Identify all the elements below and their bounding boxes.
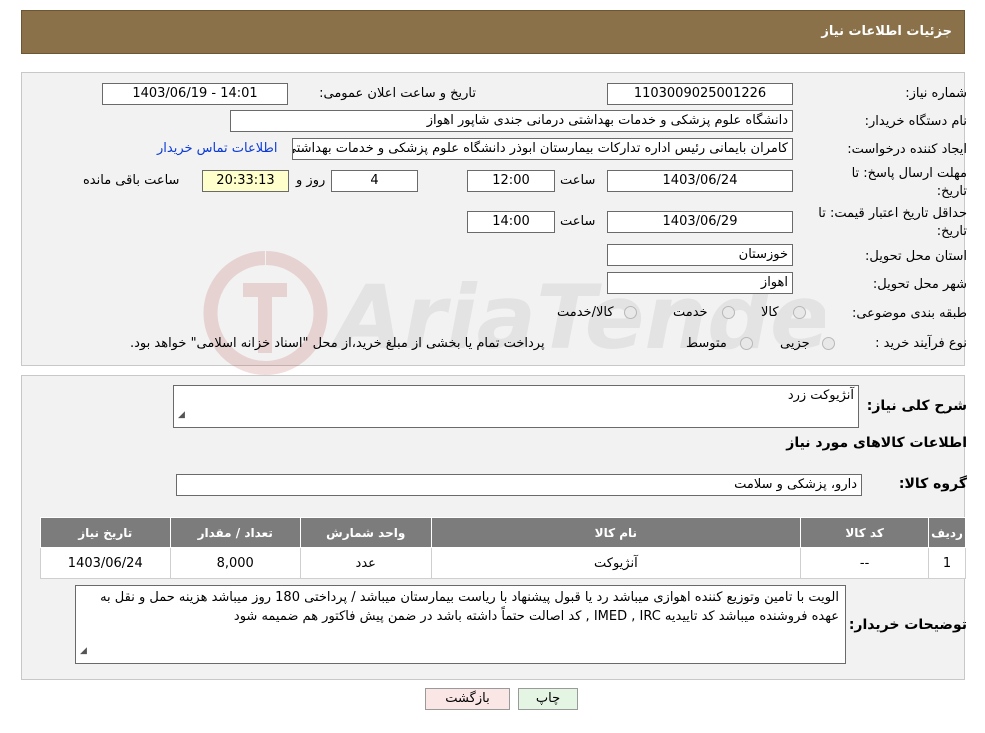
validity-label-line2: تاریخ: bbox=[936, 224, 967, 239]
col-unit: واحد شمارش bbox=[299, 517, 432, 548]
resize-handle-icon[interactable]: ◢ bbox=[178, 405, 185, 425]
cell-row: 1 bbox=[928, 547, 966, 579]
col-name: نام کالا bbox=[430, 517, 802, 548]
deadline-label-line1: مهلت ارسال پاسخ: تا bbox=[851, 166, 967, 181]
remaining-label: ساعت باقی مانده bbox=[83, 173, 180, 188]
print-button[interactable]: چاپ bbox=[518, 688, 578, 710]
goods-info-title: اطلاعات کالاهای مورد نیاز bbox=[786, 435, 967, 451]
col-need-date: تاریخ نیاز bbox=[40, 517, 171, 548]
province-field: خوزستان bbox=[607, 244, 793, 266]
purchase-note: پرداخت تمام یا بخشی از مبلغ خرید،از محل … bbox=[130, 336, 545, 351]
category-label: طبقه بندی موضوعی: bbox=[851, 306, 967, 321]
col-quantity: تعداد / مقدار bbox=[169, 517, 301, 548]
cell-name: آنژیوکت bbox=[430, 547, 802, 579]
col-code: کد کالا bbox=[800, 517, 930, 548]
buyer-notes-text: الویت با تامین وتوزیع کننده اهوازی میباش… bbox=[100, 590, 839, 624]
table-row: 1 -- آنژیوکت عدد 8,000 1403/06/24 bbox=[40, 547, 966, 579]
goods-table-header: ردیف کد کالا نام کالا واحد شمارش تعداد /… bbox=[40, 517, 966, 548]
deadline-time-field: 12:00 bbox=[467, 170, 555, 192]
buyer-org-field: دانشگاه علوم پزشکی و خدمات بهداشتی درمان… bbox=[230, 110, 793, 132]
category-option-service: خدمت bbox=[673, 305, 708, 320]
requester-label: ایجاد کننده درخواست: bbox=[847, 142, 967, 157]
need-number-field: 1103009025001226 bbox=[607, 83, 793, 105]
back-button[interactable]: بازگشت bbox=[425, 688, 510, 710]
summary-label: شرح کلی نیاز: bbox=[866, 398, 967, 414]
page-header: جزئیات اطلاعات نیاز bbox=[21, 10, 965, 54]
cell-unit: عدد bbox=[299, 547, 432, 579]
cell-code: -- bbox=[800, 547, 930, 579]
purchase-option-medium: متوسط bbox=[686, 336, 727, 351]
city-label: شهر محل تحویل: bbox=[872, 277, 967, 292]
buyer-contact-link[interactable]: اطلاعات تماس خریدار bbox=[157, 141, 277, 156]
purchase-radio-medium[interactable] bbox=[740, 337, 753, 350]
cell-need-date: 1403/06/24 bbox=[40, 547, 171, 579]
city-field: اهواز bbox=[607, 272, 793, 294]
need-number-label: شماره نیاز: bbox=[905, 86, 967, 101]
deadline-label-line2: تاریخ: bbox=[936, 184, 967, 199]
goods-group-label: گروه کالا: bbox=[898, 476, 967, 492]
deadline-date-field: 1403/06/24 bbox=[607, 170, 793, 192]
validity-date-field: 1403/06/29 bbox=[607, 211, 793, 233]
purchase-option-minor: جزیی bbox=[780, 336, 810, 351]
days-label: روز و bbox=[296, 173, 326, 188]
announce-label: تاریخ و ساعت اعلان عمومی: bbox=[319, 86, 476, 101]
buyer-notes-textarea[interactable]: الویت با تامین وتوزیع کننده اهوازی میباش… bbox=[75, 585, 846, 664]
announce-field: 1403/06/19 - 14:01 bbox=[102, 83, 288, 105]
purchase-radio-minor[interactable] bbox=[822, 337, 835, 350]
cell-quantity: 8,000 bbox=[169, 547, 301, 579]
col-row: ردیف bbox=[928, 517, 966, 548]
goods-group-field: دارو، پزشکی و سلامت bbox=[176, 474, 862, 496]
category-option-goods-service: کالا/خدمت bbox=[557, 305, 614, 320]
validity-time-label: ساعت bbox=[560, 214, 596, 229]
goods-table: ردیف کد کالا نام کالا واحد شمارش تعداد /… bbox=[40, 517, 966, 579]
deadline-time-label: ساعت bbox=[560, 173, 596, 188]
resize-handle-icon[interactable]: ◢ bbox=[80, 642, 87, 661]
buyer-org-label: نام دستگاه خریدار: bbox=[864, 114, 967, 129]
summary-textarea[interactable]: آنژیوکت زرد ◢ bbox=[173, 385, 859, 428]
requester-field: کامران بایمانی رئیس اداره تدارکات بیمارس… bbox=[292, 138, 793, 160]
days-remaining-field: 4 bbox=[331, 170, 418, 192]
category-radio-service[interactable] bbox=[722, 306, 735, 319]
purchase-type-label: نوع فرآیند خرید : bbox=[875, 336, 967, 351]
summary-text: آنژیوکت زرد bbox=[787, 388, 854, 403]
validity-time-field: 14:00 bbox=[467, 211, 555, 233]
time-remaining-field: 20:33:13 bbox=[202, 170, 289, 192]
category-radio-goods[interactable] bbox=[793, 306, 806, 319]
buyer-notes-label: توضیحات خریدار: bbox=[848, 617, 967, 633]
category-radio-goods-service[interactable] bbox=[624, 306, 637, 319]
category-option-goods: کالا bbox=[761, 305, 779, 320]
page-title: جزئیات اطلاعات نیاز bbox=[821, 24, 952, 39]
province-label: استان محل تحویل: bbox=[865, 249, 967, 264]
validity-label-line1: حداقل تاریخ اعتبار قیمت: تا bbox=[818, 206, 967, 221]
